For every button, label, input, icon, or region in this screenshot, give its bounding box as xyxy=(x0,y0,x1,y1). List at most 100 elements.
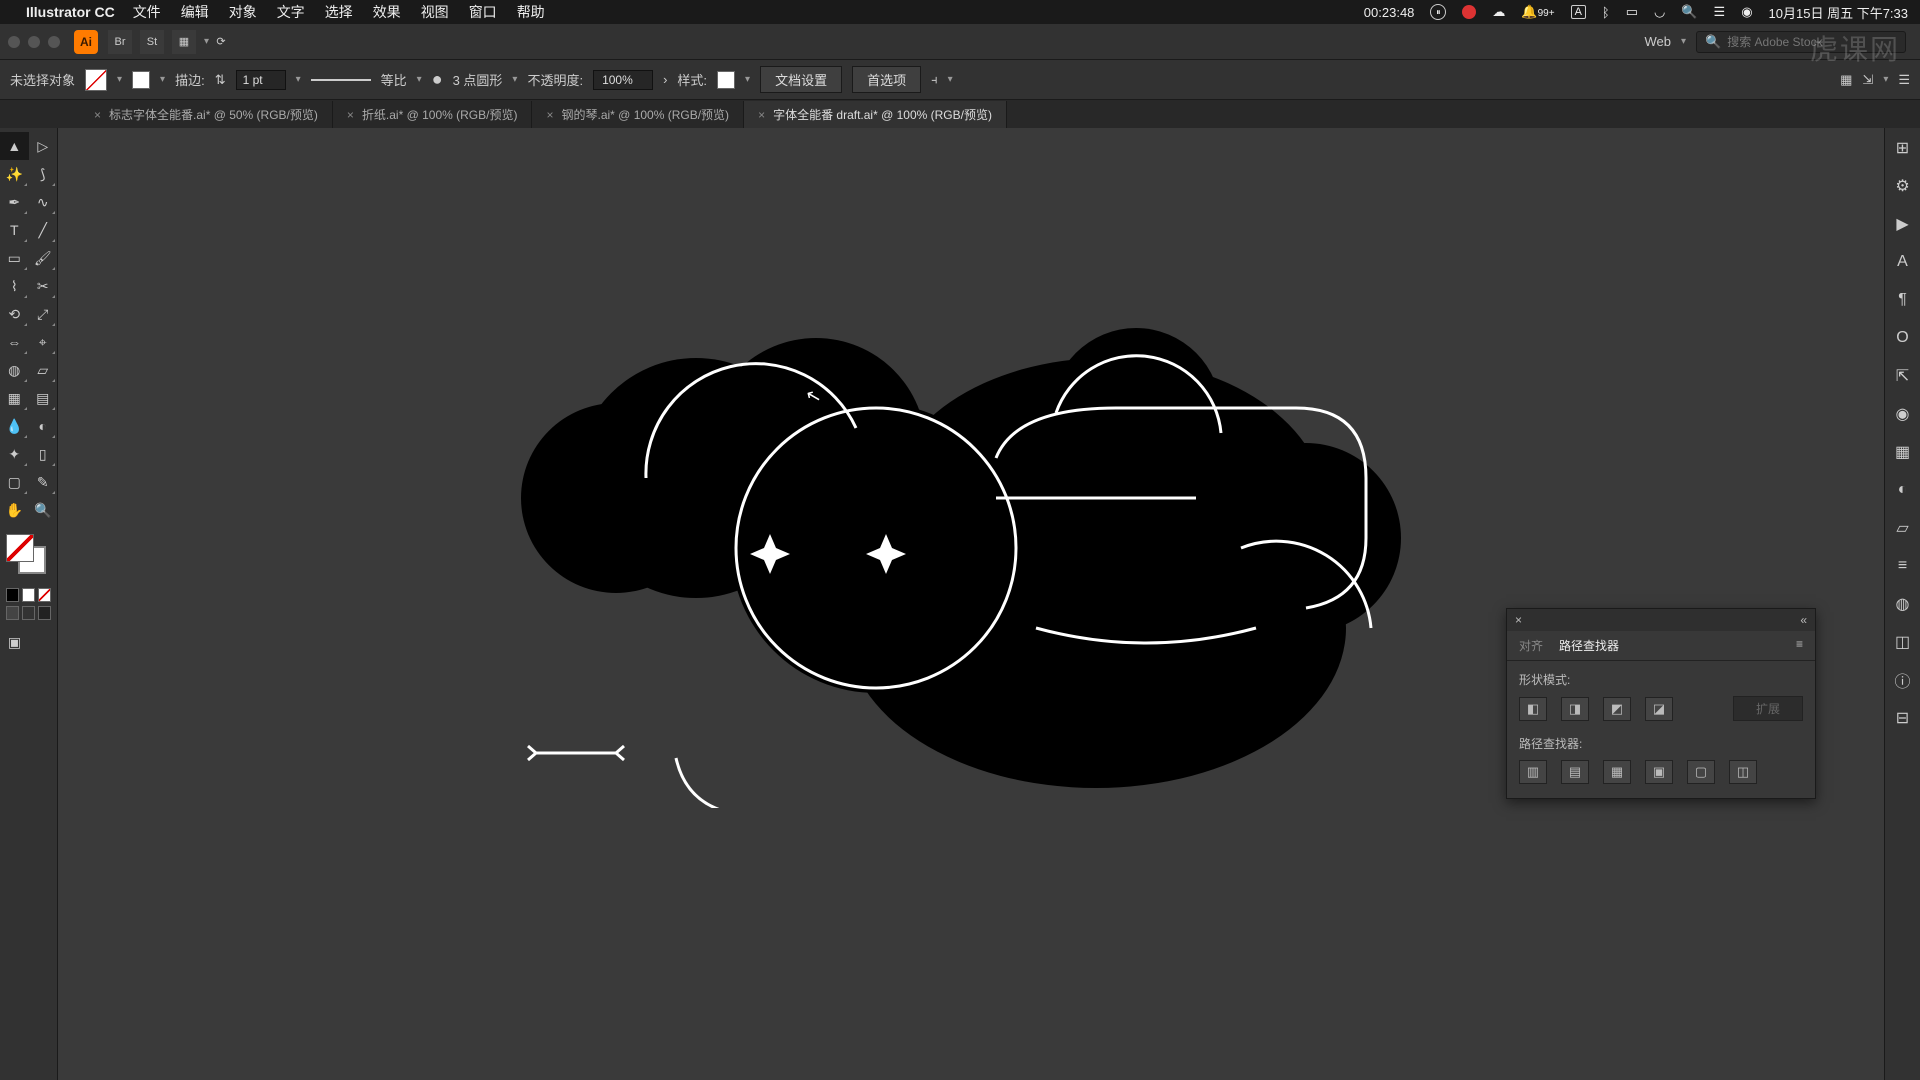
battery-icon[interactable]: ▭ xyxy=(1626,4,1638,20)
gradient-tool[interactable]: ▤ xyxy=(29,384,58,412)
expand-button[interactable]: 扩展 xyxy=(1733,696,1803,721)
eraser-tool[interactable]: ✂ xyxy=(29,272,58,300)
appearance-icon[interactable]: ◉ xyxy=(1891,402,1915,426)
align-icon[interactable]: ⊟ xyxy=(1891,706,1915,730)
symbol-sprayer-tool[interactable]: ✦ xyxy=(0,440,29,468)
screen-mode-2-icon[interactable] xyxy=(22,606,35,620)
menu-select[interactable]: 选择 xyxy=(325,2,353,22)
menu-window[interactable]: 窗口 xyxy=(469,2,497,22)
trim-button[interactable]: ▤ xyxy=(1561,760,1589,784)
fill-stroke-swatch[interactable] xyxy=(0,530,57,586)
brush-def[interactable]: 3 点圆形 xyxy=(453,70,503,89)
bluetooth-icon[interactable]: ᛒ xyxy=(1602,5,1610,20)
tab-0[interactable]: ×标志字体全能番.ai* @ 50% (RGB/预览) xyxy=(80,101,333,128)
close-icon[interactable]: × xyxy=(94,108,101,122)
hand-tool[interactable]: ✋ xyxy=(0,496,29,524)
panel-menu-icon[interactable]: ≡ xyxy=(1796,637,1803,654)
properties-icon[interactable]: ⊞ xyxy=(1891,136,1915,160)
transparency-icon[interactable]: ◍ xyxy=(1891,592,1915,616)
bridge-icon[interactable]: Br xyxy=(108,30,132,54)
paragraph-icon[interactable]: ¶ xyxy=(1891,288,1915,312)
curvature-tool[interactable]: ∿ xyxy=(29,188,58,216)
screen-mode-3-icon[interactable] xyxy=(38,606,51,620)
stroke-icon[interactable]: ≡ xyxy=(1891,554,1915,578)
chevron-down-icon[interactable]: ▾ xyxy=(1883,74,1888,85)
stroke-profile-icon[interactable] xyxy=(311,79,371,81)
search-input[interactable] xyxy=(1727,35,1897,49)
color-mode-icon[interactable] xyxy=(6,588,19,602)
chevron-down-icon[interactable]: ▾ xyxy=(296,74,301,85)
pathfinder-panel[interactable]: × « 对齐 路径查找器 ≡ 形状模式: ◧ ◨ ◩ ◪ 扩展 路径查找器: xyxy=(1506,608,1816,799)
wechat-icon[interactable]: ☁ xyxy=(1492,4,1505,20)
paintbrush-tool[interactable]: 🖌 xyxy=(29,244,58,272)
divide-button[interactable]: ▥ xyxy=(1519,760,1547,784)
chevron-down-icon[interactable]: ▾ xyxy=(160,74,165,85)
gpu-icon[interactable]: ⟳ xyxy=(209,30,233,54)
doc-setup-button[interactable]: 文档设置 xyxy=(760,66,842,93)
search-box[interactable]: 🔍 xyxy=(1696,31,1906,53)
none-mode-icon[interactable] xyxy=(38,588,51,602)
actions-icon[interactable]: ▶ xyxy=(1891,212,1915,236)
rectangle-tool[interactable]: ▭ xyxy=(0,244,29,272)
fill-swatch[interactable] xyxy=(85,69,107,91)
prefs-button[interactable]: 首选项 xyxy=(852,66,921,93)
transform-icon[interactable]: ⇲ xyxy=(1862,72,1873,88)
style-swatch[interactable] xyxy=(717,71,735,89)
color-icon[interactable]: ◐ xyxy=(1891,478,1915,502)
menu-edit[interactable]: 编辑 xyxy=(181,2,209,22)
character-icon[interactable]: A xyxy=(1891,250,1915,274)
collapse-icon[interactable]: « xyxy=(1800,613,1807,627)
pen-tool[interactable]: ✒ xyxy=(0,188,29,216)
tab-2[interactable]: ×钢的琴.ai* @ 100% (RGB/预览) xyxy=(532,101,744,128)
direct-selection-tool[interactable]: ▷ xyxy=(29,132,58,160)
close-icon[interactable]: × xyxy=(546,108,553,122)
stepper-icon[interactable]: ⇅ xyxy=(215,72,226,88)
menu-help[interactable]: 帮助 xyxy=(517,2,545,22)
menubar-datetime[interactable]: 10月15日 周五 下午7:33 xyxy=(1769,3,1908,22)
menu-view[interactable]: 视图 xyxy=(421,2,449,22)
stroke-swatch[interactable] xyxy=(132,71,150,89)
gradient-mode-icon[interactable] xyxy=(22,588,35,602)
ai-home-icon[interactable]: Ai xyxy=(74,30,98,54)
scale-tool[interactable]: ⤢ xyxy=(29,300,58,328)
opentype-icon[interactable]: O xyxy=(1891,326,1915,350)
lasso-tool[interactable]: ⟆ xyxy=(29,160,58,188)
screen-mode-icon[interactable] xyxy=(6,606,19,620)
intersect-button[interactable]: ◩ xyxy=(1603,697,1631,721)
spotlight-icon[interactable]: 🔍 xyxy=(1681,4,1697,20)
align-icon[interactable]: ⫞ xyxy=(931,72,938,88)
control-center-icon[interactable]: ☰ xyxy=(1714,4,1726,20)
chevron-down-icon[interactable]: ▾ xyxy=(117,74,122,85)
outline-button[interactable]: ▢ xyxy=(1687,760,1715,784)
panel-menu-icon[interactable]: ☰ xyxy=(1898,72,1910,88)
gradient-icon[interactable]: ▱ xyxy=(1891,516,1915,540)
swatches-icon[interactable]: ▦ xyxy=(1891,440,1915,464)
close-icon[interactable]: × xyxy=(758,108,765,122)
mesh-tool[interactable]: ▦ xyxy=(0,384,29,412)
opacity-more-icon[interactable]: › xyxy=(663,72,667,87)
selection-tool[interactable]: ▲ xyxy=(0,132,29,160)
zoom-tool[interactable]: 🔍 xyxy=(29,496,58,524)
eyedropper-tool[interactable]: 💧 xyxy=(0,412,29,440)
chevron-down-icon[interactable]: ▾ xyxy=(1681,36,1686,47)
graph-tool[interactable]: ▯ xyxy=(29,440,58,468)
rotate-tool[interactable]: ⟲ xyxy=(0,300,29,328)
line-tool[interactable]: ╱ xyxy=(29,216,58,244)
links-icon[interactable]: ⇱ xyxy=(1891,364,1915,388)
free-transform-tool[interactable]: ⌖ xyxy=(29,328,58,356)
siri-icon[interactable]: ◉ xyxy=(1741,4,1752,20)
arrange-icon[interactable]: ▦ xyxy=(172,30,196,54)
unite-button[interactable]: ◧ xyxy=(1519,697,1547,721)
tab-pathfinder[interactable]: 路径查找器 xyxy=(1559,637,1619,654)
close-icon[interactable]: × xyxy=(1515,613,1522,627)
shaper-tool[interactable]: ⌇ xyxy=(0,272,29,300)
chevron-down-icon[interactable]: ▾ xyxy=(417,74,422,85)
minus-front-button[interactable]: ◨ xyxy=(1561,697,1589,721)
slice-tool[interactable]: ✎ xyxy=(29,468,58,496)
opacity-input[interactable]: 100% xyxy=(593,70,653,90)
pause-icon[interactable] xyxy=(1430,4,1446,20)
profile-label[interactable]: 等比 xyxy=(381,70,407,89)
window-controls[interactable] xyxy=(8,36,60,48)
info-icon[interactable]: ⓘ xyxy=(1891,668,1915,692)
draw-mode-icon[interactable]: ▣ xyxy=(0,628,29,656)
